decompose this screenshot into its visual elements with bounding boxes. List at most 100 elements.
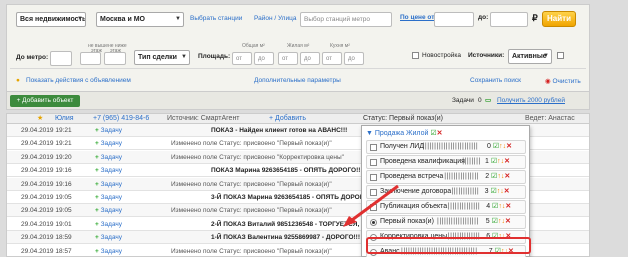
add-object-button[interactable]: + Добавить объект	[10, 95, 80, 107]
dropdown-header[interactable]: ▼ Продажа Жилой ☑✕	[366, 129, 443, 137]
task-label: Задачу	[100, 234, 123, 242]
row-date: 29.04.2019 19:20	[21, 153, 72, 161]
deal-type-select[interactable]: Тип сделки ▼	[134, 50, 190, 65]
row-date: 29.04.2019 19:16	[21, 180, 72, 188]
area-kitchen-to[interactable]: до	[344, 52, 364, 65]
chevron-down-icon: ▼	[175, 16, 181, 22]
status-checkbox[interactable]	[370, 204, 377, 211]
header-add[interactable]: + Добавить	[269, 114, 306, 124]
task-label: Задачу	[100, 194, 123, 201]
clear-label: Очистить	[552, 78, 581, 85]
area-living-label: Жилая м²	[287, 43, 310, 49]
status-option[interactable]: Первый показ(и) |||||||||||||||||| 5 ☑↑↓✕	[366, 215, 526, 229]
status-radio[interactable]	[370, 219, 377, 226]
status-checkbox[interactable]	[370, 174, 377, 181]
row-title[interactable]: 3-Й ПОКАЗ Марина 9263654185 - ОПЯТЬ ДОРО…	[211, 191, 363, 204]
sources-select[interactable]: Активные ▼	[508, 49, 552, 64]
status-option-label: Заключение договора	[380, 188, 452, 195]
district-street-link[interactable]: Район / Улица	[254, 15, 296, 22]
sources-checkbox[interactable]	[557, 52, 564, 59]
clear-link[interactable]: ◉ Очистить	[545, 77, 581, 85]
save-search-link[interactable]: Сохранить поиск	[470, 77, 521, 84]
status-option[interactable]: Публикация объекта |||||||||||||| 4 ☑↑↓✕	[366, 200, 526, 214]
status-option-label: Проведена встреча	[380, 173, 444, 180]
price-from-input[interactable]	[434, 12, 474, 27]
status-checkbox[interactable]	[370, 189, 377, 196]
add-task-link[interactable]: + Задачу	[95, 245, 122, 257]
new-building-checkbox[interactable]	[412, 52, 419, 59]
area-kitchen-from[interactable]: от	[322, 52, 342, 65]
realty-type-select[interactable]: Вся недвижимость ▼	[16, 12, 86, 27]
add-task-link[interactable]: + Задачу	[95, 231, 122, 244]
row-title[interactable]: ПОКАЗ Марина 9263654185 - ОПЯТЬ ДОРОГО!!…	[211, 164, 363, 177]
money-icon: ▭	[485, 97, 492, 104]
add-task-link[interactable]: + Задачу	[95, 137, 122, 150]
status-option-label: Первый показ(и)	[380, 218, 434, 225]
tasks-label: Задачи	[452, 97, 474, 104]
status-option-count: 0	[487, 143, 491, 150]
progress-bars: ||||||||||||||	[447, 203, 481, 210]
header-source[interactable]: Источник: СмартАгент	[167, 114, 240, 124]
header-user[interactable]: Юлия	[55, 114, 74, 124]
area-total-from[interactable]: от	[232, 52, 252, 65]
find-button[interactable]: Найти	[542, 11, 576, 27]
status-option[interactable]: Проведена встреча ||||||||||||||| 2 ☑↑↓✕	[366, 170, 526, 184]
floor-not-lower-input[interactable]	[104, 52, 126, 65]
area-total-label: Общая м²	[242, 43, 265, 49]
row-title[interactable]: 2-Й ПОКАЗ Виталий 9851236548 - ТОРГУЕТСЯ…	[211, 218, 363, 231]
area-kitchen-label: Кухня м²	[330, 43, 350, 49]
row-date: 29.04.2019 19:16	[21, 167, 72, 175]
status-option-actions: 0 ☑↑↓✕	[487, 141, 512, 153]
row-title[interactable]: 1-Й ПОКАЗ Валентина 9255869987 - ДОРОГО!…	[211, 231, 363, 244]
region-value: Москва и МО	[100, 16, 145, 23]
header-view[interactable]: Ведет: Анастас	[525, 114, 575, 124]
area-total-to[interactable]: до	[254, 52, 274, 65]
area-label: Площадь:	[198, 53, 231, 60]
status-option[interactable]: Проведена квалификация |||||||| 1 ☑↑↓✕	[366, 155, 526, 169]
currency-icon[interactable]: ₽	[532, 13, 538, 24]
area-living-from[interactable]: от	[278, 52, 298, 65]
price-to-input[interactable]	[490, 12, 528, 27]
show-actions-link[interactable]: Показать действия с объявлением	[26, 77, 131, 84]
add-task-link[interactable]: + Задачу	[95, 164, 122, 177]
close-icon[interactable]: ✕	[505, 218, 511, 225]
status-option-count: 3	[484, 188, 489, 195]
extra-params-link[interactable]: Дополнительные параметры	[254, 77, 341, 84]
row-date: 29.04.2019 19:05	[21, 207, 72, 215]
close-icon[interactable]: ✕	[506, 143, 512, 150]
choose-stations-link[interactable]: Выбрать станции	[190, 15, 242, 22]
add-task-link[interactable]: + Задачу	[95, 191, 122, 204]
status-option[interactable]: Получен ЛИД |||||||||||||||||||||||| 0 ☑↑↓…	[366, 140, 526, 154]
row-status-change: Изменено поле Статус: присвоено "Первый …	[171, 247, 332, 255]
region-select[interactable]: Москва и МО ▼	[96, 12, 184, 27]
star-icon[interactable]: ★	[37, 114, 43, 124]
header-phone[interactable]: +7 (965) 419-84-6	[93, 114, 149, 124]
add-task-link[interactable]: + Задачу	[95, 124, 122, 137]
header-status[interactable]: Статус: Первый показ(и)	[363, 114, 443, 124]
row-date: 29.04.2019 19:21	[21, 140, 72, 148]
dropdown-header-label: Продажа Жилой	[374, 130, 429, 137]
get-ads-link[interactable]: Получить 2000 рублей	[497, 97, 565, 104]
row-status-change: Изменено поле Статус: присвоено "Первый …	[171, 140, 332, 148]
add-task-link[interactable]: + Задачу	[95, 178, 122, 191]
metro-input[interactable]: Выбор станций метро	[300, 12, 392, 27]
close-icon[interactable]: ✕	[505, 203, 511, 210]
add-task-link[interactable]: + Задачу	[95, 218, 122, 231]
row-status-change: Изменено поле Статус: присвоено "Коррект…	[171, 153, 344, 161]
row-title[interactable]: ПОКАЗ - Найден клиент готов на АВАНС!!!	[211, 124, 363, 137]
progress-bars: ||||||||	[462, 158, 481, 165]
floor-not-higher-input[interactable]	[80, 52, 101, 65]
price-from-label[interactable]: По цене от:	[400, 14, 437, 21]
status-option-actions: 3 ☑↑↓✕	[485, 186, 510, 198]
close-icon[interactable]: ✕	[504, 158, 510, 165]
status-checkbox[interactable]	[370, 159, 377, 166]
close-icon[interactable]: ✕	[504, 188, 510, 195]
close-icon[interactable]: ✕	[437, 130, 443, 137]
add-task-link[interactable]: + Задачу	[95, 204, 122, 217]
status-checkbox[interactable]	[370, 144, 377, 151]
metro-distance-input[interactable]	[50, 51, 72, 66]
add-task-link[interactable]: + Задачу	[95, 151, 122, 164]
status-option[interactable]: Заключение договора |||||||||||| 3 ☑↑↓✕	[366, 185, 526, 199]
area-living-to[interactable]: до	[300, 52, 320, 65]
close-icon[interactable]: ✕	[504, 173, 510, 180]
